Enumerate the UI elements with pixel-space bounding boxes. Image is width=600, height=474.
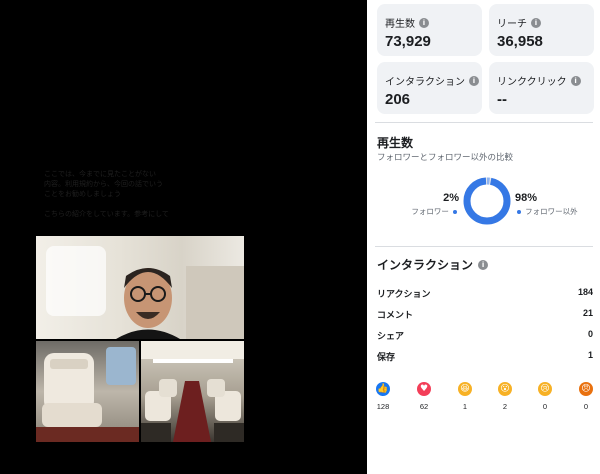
plays-stat-value: 73,929 <box>385 33 431 50</box>
caption-line <box>44 200 244 210</box>
reaction-count: 2 <box>502 402 508 411</box>
caption-line: ことをお勧めしましょう <box>44 191 121 198</box>
info-icon[interactable]: i <box>469 75 479 86</box>
followers-donut-chart <box>463 177 511 225</box>
reaction-haha: 😆 1 <box>453 382 477 411</box>
link-clicks-stat-label: リンククリック <box>497 77 567 88</box>
reaction-love: ♥ 62 <box>412 382 436 411</box>
metric-value: 184 <box>577 287 593 297</box>
reaction-like: 👍 128 <box>371 382 395 411</box>
media-viewer: ここでは、今までに見たことがない 内容。利用規約から、今回の話でいう ことをお勧… <box>0 0 367 474</box>
non-followers-legend-dot <box>517 210 521 215</box>
metric-label: コメント <box>377 310 414 320</box>
metric-value: 0 <box>587 329 593 339</box>
reach-stat-value: 36,958 <box>497 33 543 50</box>
link-clicks-stat-value: -- <box>497 91 507 108</box>
reaction-sad: 😢 0 <box>533 382 557 411</box>
photo-train-seat[interactable] <box>36 341 139 442</box>
metric-label: リアクション <box>377 289 431 299</box>
metric-value: 21 <box>582 308 593 318</box>
metric-row-comments: コメント 21 <box>377 308 593 322</box>
sad-icon: 😢 <box>538 382 552 396</box>
metric-row-saves: 保存 1 <box>377 350 593 364</box>
angry-icon: 😠 <box>579 382 593 396</box>
info-icon[interactable]: i <box>531 17 541 28</box>
followers-legend-label: フォロワー <box>411 207 449 216</box>
reach-stat-label: リーチ <box>497 19 527 30</box>
plays-stat-card[interactable]: 再生数 i 73,929 <box>377 4 482 56</box>
interactions-section-title: インタラクション i <box>377 256 489 273</box>
insights-panel: 再生数 i 73,929 リーチ i 36,958 インタラクション i 206… <box>367 0 600 474</box>
caption-line: ここでは、今までに見たことがない <box>44 171 156 178</box>
followers-legend: フォロワー <box>387 206 459 217</box>
plays-section-subtitle: フォロワーとフォロワー以外の比較 <box>377 152 514 162</box>
info-icon[interactable]: i <box>478 259 489 270</box>
interactions-stat-card[interactable]: インタラクション i 206 <box>377 62 482 114</box>
reaction-wow: 😮 2 <box>493 382 517 411</box>
followers-percent: 2% <box>443 192 459 204</box>
love-icon: ♥ <box>417 382 431 396</box>
section-divider <box>375 122 593 123</box>
donut-arc-non-followers <box>463 177 511 225</box>
photo-collage[interactable] <box>36 236 244 442</box>
reach-stat-card[interactable]: リーチ i 36,958 <box>489 4 594 56</box>
metric-row-shares: シェア 0 <box>377 329 593 343</box>
photo-train-aisle[interactable] <box>141 341 244 442</box>
link-clicks-stat-card[interactable]: リンククリック i -- <box>489 62 594 114</box>
caption-line: 内容。利用規約から、今回の話でいう <box>44 181 163 188</box>
plays-section-title: 再生数 <box>377 136 414 150</box>
non-followers-legend-label: フォロワー以外 <box>525 207 578 216</box>
metric-label: シェア <box>377 331 405 341</box>
photo-selfie-in-train[interactable] <box>36 236 244 339</box>
metric-label: 保存 <box>377 352 396 362</box>
non-followers-legend: フォロワー以外 <box>515 206 578 217</box>
interactions-stat-label: インタラクション <box>385 77 465 88</box>
plays-stat-label: 再生数 <box>385 19 415 30</box>
post-caption: ここでは、今までに見たことがない 内容。利用規約から、今回の話でいう ことをお勧… <box>44 170 244 220</box>
reaction-count: 1 <box>462 402 468 411</box>
reaction-count: 0 <box>583 402 589 411</box>
like-icon: 👍 <box>376 382 390 396</box>
followers-legend-dot <box>453 210 457 215</box>
info-icon[interactable]: i <box>419 17 429 28</box>
haha-icon: 😆 <box>458 382 472 396</box>
reaction-count: 0 <box>542 402 548 411</box>
non-followers-percent: 98% <box>515 192 538 204</box>
wow-icon: 😮 <box>498 382 512 396</box>
reaction-angry: 😠 0 <box>574 382 598 411</box>
section-divider <box>375 246 593 247</box>
metric-value: 1 <box>587 350 593 360</box>
interactions-section-heading: インタラクション <box>377 258 474 272</box>
caption-line: こちらの紹介をしています。参考にして <box>44 211 169 218</box>
info-icon[interactable]: i <box>570 75 581 86</box>
reaction-count: 128 <box>376 402 390 411</box>
metric-row-reactions: リアクション 184 <box>377 287 593 301</box>
reaction-count: 62 <box>419 402 429 411</box>
interactions-stat-value: 206 <box>385 91 411 108</box>
